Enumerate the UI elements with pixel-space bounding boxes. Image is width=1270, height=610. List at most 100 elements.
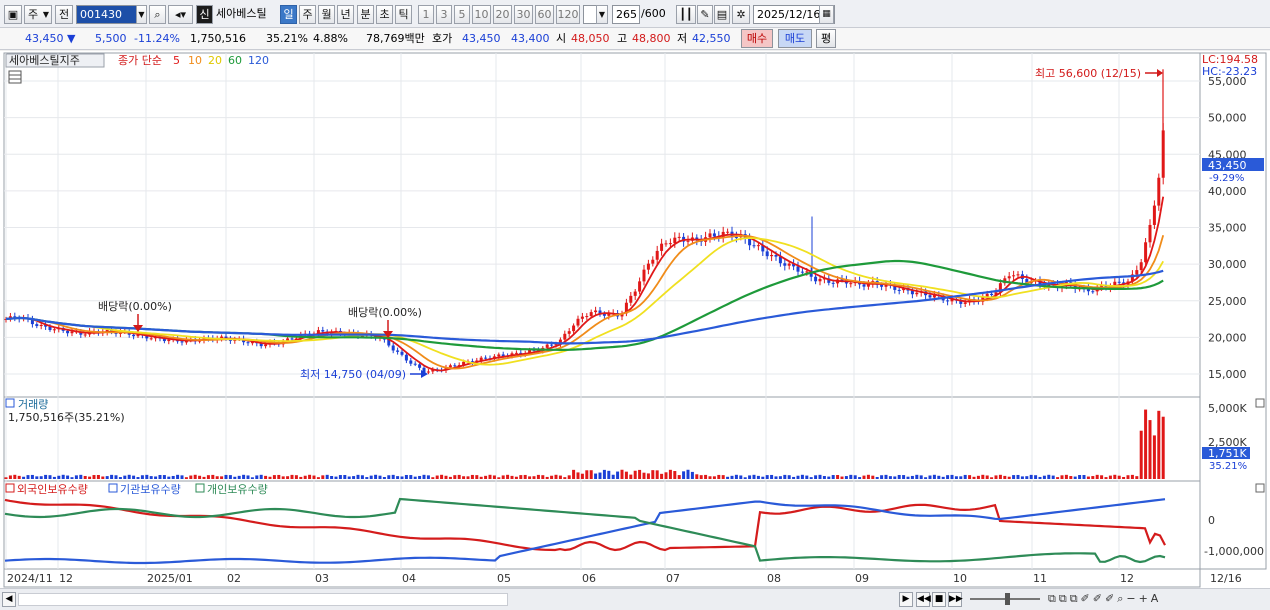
- volume-bar: [418, 475, 422, 479]
- interval-5[interactable]: 5: [454, 5, 470, 24]
- volume-bar: [466, 476, 470, 479]
- volume-bar: [123, 475, 127, 479]
- code-dropdown-icon[interactable]: ▼: [136, 5, 147, 24]
- chart-area[interactable]: 세아베스틸지주 종가 단순 5 10 20 60 120 LC:194.58 H…: [0, 51, 1270, 588]
- volume-bar: [1157, 410, 1161, 479]
- volume-bar: [387, 475, 391, 479]
- scroll-track[interactable]: [18, 593, 508, 606]
- period-tick[interactable]: 틱: [395, 5, 412, 24]
- volume-bar: [479, 476, 483, 479]
- volume-bar: [717, 474, 721, 479]
- interval-dropdown-icon[interactable]: ▼: [596, 5, 608, 24]
- volume-bar: [334, 476, 338, 479]
- volume-bar: [369, 475, 373, 479]
- count-input[interactable]: 265: [612, 5, 640, 24]
- period-day[interactable]: 일: [280, 5, 297, 24]
- volume-bar: [514, 476, 518, 479]
- volume-bar: [528, 476, 532, 479]
- volume-bar: [998, 474, 1002, 479]
- candle-icon[interactable]: ┃┃: [676, 5, 696, 24]
- volume-bar: [941, 476, 945, 479]
- volume-bar: [88, 476, 92, 479]
- x-label: 06: [582, 572, 596, 585]
- current-price-value: 43,450: [1208, 159, 1247, 172]
- period-second[interactable]: 초: [376, 5, 393, 24]
- search-icon[interactable]: ⌕: [149, 5, 166, 24]
- forward-icon[interactable]: ▶▶: [948, 592, 963, 607]
- save-icon[interactable]: ▤: [714, 5, 730, 24]
- volume-bar: [1122, 476, 1126, 479]
- period-year[interactable]: 년: [337, 5, 354, 24]
- volume-bar: [928, 475, 932, 479]
- tool-icons[interactable]: ⧉⧉⧉✐✐✐⌕−+A: [1048, 592, 1161, 606]
- chart-svg[interactable]: 세아베스틸지주 종가 단순 5 10 20 60 120 LC:194.58 H…: [0, 51, 1270, 588]
- holdings-tick-0: 0: [1208, 514, 1215, 527]
- volume-bar: [136, 477, 140, 479]
- interval-1[interactable]: 1: [418, 5, 434, 24]
- interval-10[interactable]: 10: [472, 5, 491, 24]
- interval-120[interactable]: 120: [556, 5, 580, 24]
- volume-bar: [1056, 477, 1060, 479]
- volume-bar: [664, 472, 668, 479]
- amount-value: 78,769백만: [366, 32, 425, 45]
- volume-bar: [259, 474, 263, 479]
- volume-bar: [1078, 475, 1082, 479]
- price-pane-title: 세아베스틸지주: [9, 54, 80, 67]
- gear-icon[interactable]: ✲: [732, 5, 750, 24]
- speaker-icon[interactable]: ◂▾: [168, 5, 193, 24]
- change-value: 5,500: [95, 32, 127, 45]
- scroll-right-icon[interactable]: ▶: [899, 592, 913, 607]
- volume-bar: [888, 476, 892, 479]
- volume-bar: [906, 476, 910, 479]
- volume-bar: [620, 469, 624, 479]
- ma-label: 종가 단순: [118, 54, 162, 67]
- volume-bar: [268, 476, 272, 479]
- table-icon[interactable]: [8, 70, 22, 84]
- low-annotation: 최저 14,750 (04/09): [300, 368, 406, 381]
- candle-body: [589, 312, 593, 317]
- volume-bar: [365, 477, 369, 479]
- hoga-bid: 43,400: [511, 32, 550, 45]
- period-week[interactable]: 주: [299, 5, 316, 24]
- period-month[interactable]: 월: [318, 5, 335, 24]
- volume-bar: [1060, 475, 1064, 479]
- volume-bar: [910, 475, 914, 479]
- stop-icon[interactable]: ■: [932, 592, 946, 607]
- candle-body: [264, 344, 268, 347]
- candle-body: [400, 351, 404, 355]
- zoom-slider-handle[interactable]: [1005, 593, 1010, 605]
- volume-bar: [237, 475, 241, 479]
- volume-bar: [404, 474, 408, 479]
- candle-body: [585, 316, 589, 318]
- candle-body: [484, 357, 488, 359]
- stock-name: 세아베스틸: [216, 7, 267, 20]
- interval-3[interactable]: 3: [436, 5, 452, 24]
- candle-body: [783, 263, 787, 266]
- interval-30[interactable]: 30: [514, 5, 533, 24]
- volume-bar: [26, 475, 30, 479]
- rewind-icon[interactable]: ◀◀: [916, 592, 931, 607]
- volume-bar: [492, 475, 496, 479]
- calendar-icon[interactable]: ▦: [819, 5, 834, 24]
- prev-button[interactable]: 전: [55, 5, 73, 24]
- layout-icon[interactable]: ▣: [4, 5, 22, 24]
- volume-pane-title: 거래량: [18, 398, 48, 411]
- volume-bar: [884, 474, 888, 479]
- draw-tool-icon[interactable]: ✎: [697, 5, 713, 24]
- candle-body: [567, 331, 571, 334]
- interval-60[interactable]: 60: [535, 5, 554, 24]
- eval-button[interactable]: 평: [816, 29, 836, 48]
- volume-bar: [809, 477, 813, 479]
- candle-body: [638, 281, 642, 292]
- market-select[interactable]: 주 ▼: [24, 5, 52, 24]
- volume-bar: [374, 474, 378, 479]
- period-minute[interactable]: 분: [357, 5, 374, 24]
- volume-bar: [61, 474, 65, 479]
- volume-bar: [378, 475, 382, 479]
- sell-button[interactable]: 매도: [778, 29, 812, 48]
- interval-20[interactable]: 20: [493, 5, 512, 24]
- scroll-left-icon[interactable]: ◀: [2, 592, 16, 607]
- buy-button[interactable]: 매수: [741, 29, 773, 48]
- volume-bar: [1082, 475, 1086, 479]
- ma-60: 60: [228, 54, 242, 67]
